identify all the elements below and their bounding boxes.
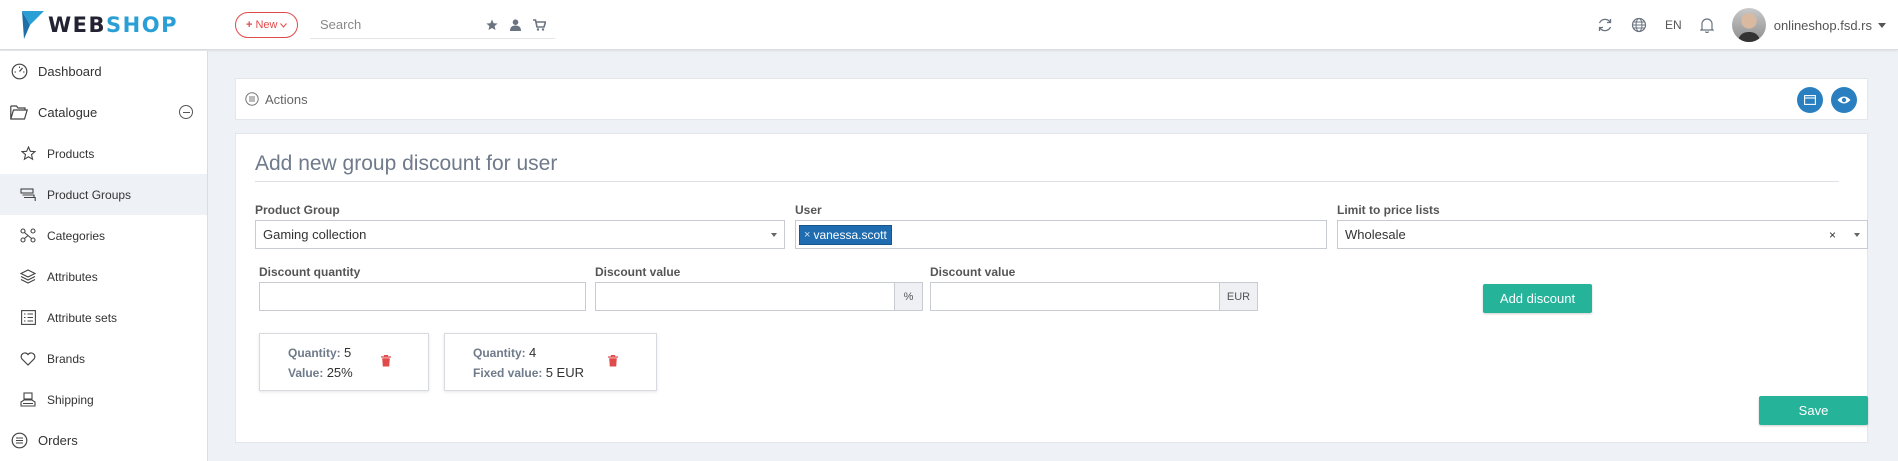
shipping-icon: [19, 392, 37, 407]
language-switch[interactable]: EN: [1665, 18, 1682, 32]
delete-icon[interactable]: [381, 355, 391, 370]
caret-down-icon: [1878, 22, 1886, 28]
sidebar-item-label: Catalogue: [38, 105, 98, 120]
percent-addon: %: [894, 283, 922, 310]
bell-icon[interactable]: [1699, 17, 1714, 33]
add-discount-button[interactable]: Add discount: [1483, 284, 1592, 313]
discount-percent-input[interactable]: %: [595, 282, 923, 311]
user-menu[interactable]: onlineshop.fsd.rs: [1774, 18, 1886, 33]
product-group-label: Product Group: [255, 203, 340, 217]
new-button-label: New: [255, 19, 278, 31]
stack-icon: [19, 187, 37, 202]
collapse-icon[interactable]: [179, 105, 193, 119]
user-tag: × vanessa.scott: [799, 224, 892, 245]
logo[interactable]: WEBSHOP: [20, 8, 178, 42]
remove-tag-icon[interactable]: ×: [804, 229, 810, 241]
sidebar-item-label: Shipping: [47, 392, 94, 407]
sidebar-item-orders[interactable]: Orders: [0, 420, 207, 461]
page-title: Add new group discount for user: [255, 152, 558, 175]
folder-icon: [10, 105, 28, 120]
clear-icon[interactable]: ×: [1829, 228, 1836, 242]
globe-icon[interactable]: [1631, 17, 1647, 33]
search-input[interactable]: [310, 17, 480, 32]
caret-down-icon: [771, 233, 777, 237]
user-label: User: [795, 203, 822, 217]
price-lists-select[interactable]: Wholesale ×: [1337, 220, 1868, 249]
title-divider: [255, 181, 1839, 182]
actions-bar: Actions: [235, 78, 1868, 120]
sidebar-item-products[interactable]: Products: [0, 133, 207, 174]
top-bar: WEBSHOP + New EN onlineshop.fsd.rs: [0, 0, 1898, 50]
user-name: onlineshop.fsd.rs: [1773, 17, 1872, 33]
sidebar-item-label: Product Groups: [47, 187, 132, 202]
star-icon[interactable]: [486, 19, 498, 31]
chevron-down-icon: [280, 22, 288, 28]
discount-quantity-line: Quantity: 5: [288, 345, 352, 360]
caret-down-icon: [1854, 233, 1860, 237]
discount-quantity-line: Quantity: 4: [473, 345, 537, 360]
sidebar-item-shipping[interactable]: Shipping: [0, 379, 207, 420]
eye-icon: [1837, 96, 1851, 104]
sidebar-item-attribute-sets[interactable]: Attribute sets: [0, 297, 207, 338]
sidebar-item-dashboard[interactable]: Dashboard: [0, 51, 207, 92]
price-lists-value: Wholesale: [1345, 227, 1406, 242]
product-group-value: Gaming collection: [263, 227, 367, 242]
preview-button[interactable]: [1831, 87, 1857, 113]
new-button[interactable]: + New: [235, 12, 299, 38]
window-button[interactable]: [1797, 87, 1823, 113]
sidebar-item-product-groups[interactable]: Product Groups: [0, 174, 207, 215]
top-right-tools: EN onlineshop.fsd.rs: [1597, 6, 1886, 44]
discount-form-panel: Add new group discount for user Product …: [235, 133, 1868, 443]
product-group-select[interactable]: Gaming collection: [255, 220, 785, 249]
star-outline-icon: [19, 146, 37, 161]
actions-label[interactable]: Actions: [265, 92, 308, 107]
sidebar-item-label: Categories: [47, 228, 106, 243]
user-multiselect[interactable]: × vanessa.scott: [795, 220, 1327, 249]
discount-value-line: Fixed value: 5 EUR: [473, 365, 584, 380]
logo-text: WEBSHOP: [48, 13, 178, 37]
delete-icon[interactable]: [608, 355, 618, 370]
user-tag-label: vanessa.scott: [813, 227, 887, 242]
price-lists-label: Limit to price lists: [1337, 203, 1440, 217]
discount-fixed-input[interactable]: EUR: [930, 282, 1258, 311]
menu-circle-icon[interactable]: [245, 92, 259, 106]
discount-value-line: Value: 25%: [288, 365, 353, 380]
avatar[interactable]: [1731, 8, 1766, 42]
heart-icon: [19, 351, 37, 366]
sidebar-item-label: Attribute sets: [47, 310, 118, 325]
sidebar-item-catalogue[interactable]: Catalogue: [0, 92, 207, 133]
layers-icon: [19, 269, 37, 284]
sidebar-item-attributes[interactable]: Attributes: [0, 256, 207, 297]
refresh-icon[interactable]: [1597, 17, 1613, 33]
orders-icon: [10, 432, 28, 449]
cart-icon[interactable]: [533, 18, 546, 31]
sidebar-item-brands[interactable]: Brands: [0, 338, 207, 379]
logo-mark-icon: [22, 11, 44, 39]
discount-quantity-label: Discount quantity: [259, 265, 361, 279]
sidebar-item-label: Dashboard: [38, 64, 102, 79]
user-icon[interactable]: [510, 18, 521, 31]
sidebar-item-categories[interactable]: Categories: [0, 215, 207, 256]
dashboard-icon: [10, 63, 28, 80]
discount-card: Quantity: 5 Value: 25%: [259, 333, 429, 391]
sidebar-item-label: Brands: [47, 351, 86, 366]
window-icon: [1804, 95, 1816, 105]
sidebar: Dashboard Catalogue Products Product Gro…: [0, 51, 208, 461]
discount-card: Quantity: 4 Fixed value: 5 EUR: [444, 333, 657, 391]
list-icon: [19, 310, 37, 325]
sitemap-icon: [19, 228, 37, 243]
sidebar-item-label: Products: [47, 146, 95, 161]
sidebar-item-label: Orders: [38, 433, 78, 448]
discount-percent-label: Discount value: [595, 265, 681, 279]
plus-icon: +: [246, 19, 253, 31]
discount-quantity-input[interactable]: [259, 282, 586, 311]
discount-fixed-label: Discount value: [930, 265, 1016, 279]
save-button[interactable]: Save: [1759, 396, 1868, 425]
search-bar: [310, 11, 555, 39]
sidebar-item-label: Attributes: [47, 269, 98, 284]
currency-addon: EUR: [1219, 283, 1257, 310]
